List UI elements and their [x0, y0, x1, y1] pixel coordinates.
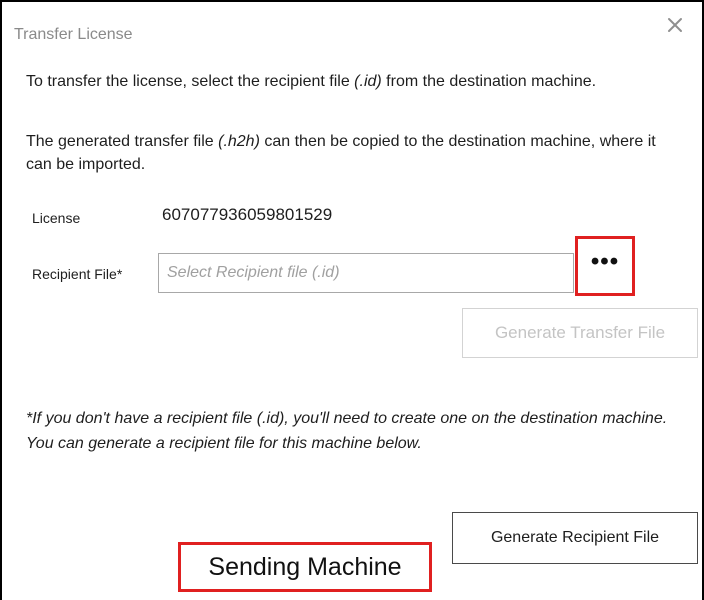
- license-value: 607077936059801529: [162, 205, 333, 224]
- intro-paragraph-2: The generated transfer file (.h2h) can t…: [26, 130, 676, 176]
- file-extension: (.id): [354, 73, 382, 90]
- close-icon[interactable]: [666, 16, 684, 34]
- file-extension: (.h2h): [218, 133, 260, 150]
- recipient-file-label: Recipient File*: [32, 266, 123, 282]
- ellipsis-icon: •••: [590, 248, 620, 275]
- dialog-title: Transfer License: [14, 26, 133, 43]
- recipient-file-input[interactable]: Select Recipient file (.id): [158, 253, 574, 293]
- license-label: License: [32, 210, 81, 226]
- recipient-note: *If you don't have a recipient file (.id…: [26, 410, 668, 452]
- intro-paragraph-1: To transfer the license, select the reci…: [26, 70, 676, 93]
- generate-recipient-file-button[interactable]: Generate Recipient File: [452, 512, 698, 564]
- intro-text: The generated transfer file: [26, 133, 219, 150]
- sending-machine-annotation: Sending Machine: [178, 542, 432, 592]
- intro-text: from the destination machine.: [381, 73, 597, 90]
- transfer-license-dialog: Transfer License To transfer the license…: [0, 0, 704, 600]
- intro-text: To transfer the license, select the reci…: [26, 73, 355, 90]
- browse-button[interactable]: •••: [575, 236, 635, 296]
- generate-transfer-file-button[interactable]: Generate Transfer File: [462, 308, 698, 358]
